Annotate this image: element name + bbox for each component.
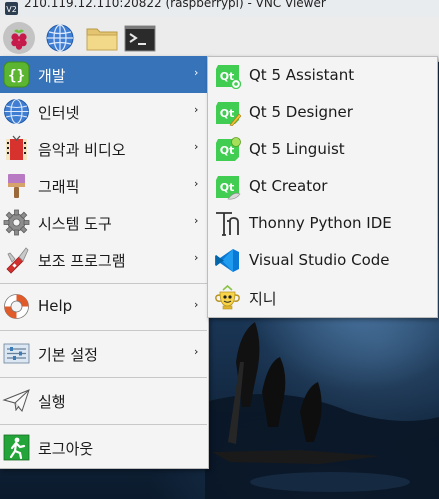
preferences-icon bbox=[3, 343, 30, 364]
menu-item-logout[interactable]: 로그아웃 bbox=[0, 429, 207, 466]
menu-item-label: 개발 bbox=[38, 67, 66, 85]
menu-item-graphics[interactable]: 그래픽 › bbox=[0, 167, 207, 204]
terminal-button[interactable] bbox=[124, 22, 156, 54]
web-browser-button[interactable] bbox=[44, 22, 76, 54]
menu-item-label: 보조 프로그램 bbox=[38, 252, 126, 270]
thonny-icon bbox=[216, 212, 239, 236]
media-icon bbox=[6, 135, 27, 160]
menu-item-help[interactable]: Help › bbox=[0, 288, 207, 325]
menu-item-label: Help bbox=[38, 297, 73, 315]
globe-icon bbox=[46, 24, 74, 52]
qt-assistant-icon: Qt bbox=[216, 65, 241, 89]
menu-separator bbox=[0, 283, 207, 284]
chevron-right-icon: › bbox=[194, 140, 199, 153]
submenu-item-label: Qt 5 Assistant bbox=[249, 66, 355, 84]
exit-icon bbox=[3, 434, 30, 461]
submenu-item-vscode[interactable]: Visual Studio Code bbox=[208, 242, 437, 279]
programming-submenu: Qt Qt 5 Assistant Qt Qt 5 Designer Qt Qt… bbox=[207, 56, 438, 318]
svg-text:{}: {} bbox=[8, 68, 25, 84]
submenu-item-thonny[interactable]: Thonny Python IDE bbox=[208, 205, 437, 242]
submenu-item-label: Qt Creator bbox=[249, 177, 328, 195]
submenu-item-label: Qt 5 Linguist bbox=[249, 140, 345, 158]
qt-linguist-icon: Qt bbox=[216, 137, 241, 161]
menu-separator bbox=[0, 330, 207, 331]
globe-icon bbox=[4, 98, 29, 125]
qt-creator-icon: Qt bbox=[216, 176, 241, 200]
submenu-item-qt-linguist[interactable]: Qt Qt 5 Linguist bbox=[208, 131, 437, 168]
paper-plane-icon bbox=[2, 389, 30, 412]
paintbrush-icon bbox=[8, 174, 25, 198]
chevron-right-icon: › bbox=[194, 214, 199, 227]
terminal-icon bbox=[124, 25, 156, 52]
menu-item-programming[interactable]: {} 개발 › bbox=[0, 56, 207, 93]
qt-designer-icon: Qt bbox=[216, 102, 241, 126]
menu-item-sound-video[interactable]: 음악과 비디오 › bbox=[0, 130, 207, 167]
gear-icon bbox=[3, 209, 30, 236]
menu-item-label: 기본 설정 bbox=[38, 346, 98, 364]
chevron-right-icon: › bbox=[194, 177, 199, 190]
menu-item-label: 인터넷 bbox=[38, 104, 80, 122]
submenu-item-qt-designer[interactable]: Qt Qt 5 Designer bbox=[208, 94, 437, 131]
submenu-item-geany[interactable]: 지니 bbox=[208, 279, 437, 316]
application-menu: {} 개발 › 인터넷 › 음악과 비디오 › 그래픽 › 시스템 도구 › 보… bbox=[0, 56, 209, 469]
menu-item-preferences[interactable]: 기본 설정 › bbox=[0, 335, 207, 372]
window-title-bar: V2 210.119.12.110:20822 (raspberrypi) - … bbox=[0, 0, 439, 17]
menu-item-internet[interactable]: 인터넷 › bbox=[0, 93, 207, 130]
menu-item-accessories[interactable]: 보조 프로그램 › bbox=[0, 241, 207, 278]
file-manager-button[interactable] bbox=[85, 22, 118, 54]
chevron-right-icon: › bbox=[194, 345, 199, 358]
menu-item-label: 그래픽 bbox=[38, 178, 80, 196]
chevron-right-icon: › bbox=[194, 251, 199, 264]
chevron-right-icon: › bbox=[194, 298, 199, 311]
folder-icon bbox=[86, 28, 118, 51]
menu-separator bbox=[0, 424, 207, 425]
svg-text:Qt: Qt bbox=[220, 144, 235, 157]
raspberry-menu-button[interactable] bbox=[3, 22, 35, 54]
chevron-right-icon: › bbox=[194, 66, 199, 79]
vnc-viewer-icon: V2 bbox=[5, 2, 18, 15]
chevron-right-icon: › bbox=[194, 103, 199, 116]
submenu-item-label: 지니 bbox=[249, 290, 277, 308]
menu-item-label: 음악과 비디오 bbox=[38, 141, 126, 159]
submenu-item-qt-creator[interactable]: Qt Qt Creator bbox=[208, 168, 437, 205]
submenu-item-label: Thonny Python IDE bbox=[249, 214, 392, 232]
menu-item-label: 시스템 도구 bbox=[38, 215, 112, 233]
menu-item-label: 실행 bbox=[38, 393, 66, 411]
swiss-knife-icon bbox=[6, 247, 29, 274]
submenu-item-qt-assistant[interactable]: Qt Qt 5 Assistant bbox=[208, 57, 437, 94]
svg-text:Qt: Qt bbox=[220, 181, 235, 194]
vscode-icon bbox=[215, 249, 239, 272]
raspberry-icon bbox=[11, 29, 27, 50]
menu-item-system-tools[interactable]: 시스템 도구 › bbox=[0, 204, 207, 241]
svg-text:Qt: Qt bbox=[220, 107, 235, 120]
braces-icon: {} bbox=[3, 61, 30, 88]
svg-text:V2: V2 bbox=[6, 5, 17, 14]
submenu-item-label: Qt 5 Designer bbox=[249, 103, 353, 121]
submenu-item-label: Visual Studio Code bbox=[249, 251, 390, 269]
menu-item-label: 로그아웃 bbox=[38, 440, 94, 458]
window-title: 210.119.12.110:20822 (raspberrypi) - VNC… bbox=[24, 0, 326, 10]
lifebuoy-icon bbox=[4, 294, 29, 319]
menu-item-run[interactable]: 실행 bbox=[0, 382, 207, 419]
geany-icon bbox=[215, 284, 240, 310]
menu-separator bbox=[0, 377, 207, 378]
